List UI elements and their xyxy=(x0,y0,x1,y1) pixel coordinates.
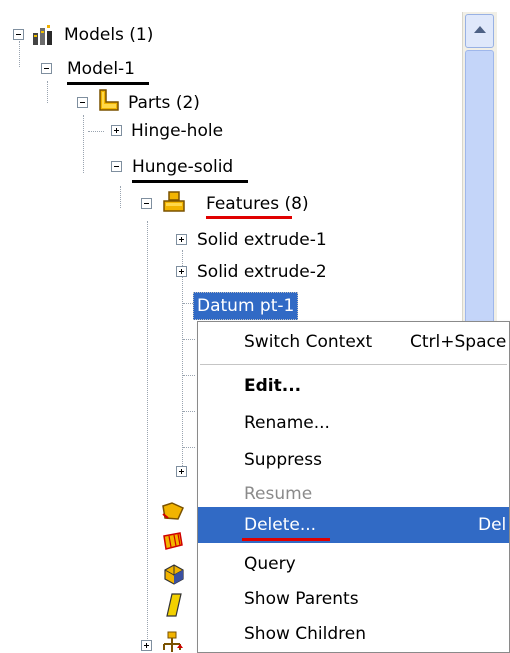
collapse-model-toggle[interactable] xyxy=(41,63,52,74)
assembly-icon xyxy=(162,502,184,520)
annotation-underline xyxy=(67,82,149,85)
profile-icon xyxy=(166,593,182,617)
tree-connector xyxy=(83,115,84,173)
features-count: (8) xyxy=(284,194,309,214)
annotation-underline xyxy=(132,180,248,183)
expand-hinge-hole-toggle[interactable] xyxy=(111,125,122,136)
tree-connector xyxy=(147,221,148,651)
expand-solid-extrude-2-toggle[interactable] xyxy=(176,266,187,277)
tree-item-parts[interactable]: Parts (2) xyxy=(128,90,200,116)
switch-context-shortcut: Ctrl+Space xyxy=(410,332,507,352)
collapse-parts-toggle[interactable] xyxy=(77,97,88,108)
tree-connector xyxy=(182,250,183,468)
show-children-label: Show Children xyxy=(244,624,367,644)
tree-item-solid-extrude-2[interactable]: Solid extrude-2 xyxy=(197,259,327,285)
menu-item-edit[interactable]: Edit... xyxy=(198,368,509,404)
features-icon xyxy=(163,191,185,212)
hinge-hole-label: Hinge-hole xyxy=(131,121,224,141)
menu-item-rename[interactable]: Rename... xyxy=(198,405,509,441)
menu-item-show-parents[interactable]: Show Parents xyxy=(198,581,509,617)
tree-item-solid-extrude-1[interactable]: Solid extrude-1 xyxy=(197,227,327,253)
parts-label: Parts (2) xyxy=(128,93,200,113)
mesh-icon xyxy=(163,532,183,550)
menu-item-suppress[interactable]: Suppress xyxy=(198,442,509,478)
show-parents-label: Show Parents xyxy=(244,589,359,609)
rename-label: Rename... xyxy=(244,413,330,433)
menu-item-query[interactable]: Query xyxy=(198,546,509,582)
menu-item-switch-context[interactable]: Switch Context Ctrl+Space xyxy=(198,324,509,360)
tree-item-hunge-solid[interactable]: Hunge-solid xyxy=(132,154,233,180)
assembly-tree-icon xyxy=(163,631,183,652)
section-icon xyxy=(164,564,184,585)
tree-connector xyxy=(120,186,121,208)
tree-item-hinge-hole[interactable]: Hinge-hole xyxy=(131,118,223,144)
features-label: Features xyxy=(206,194,280,214)
query-label: Query xyxy=(244,554,296,574)
model-1-label: Model-1 xyxy=(67,59,135,79)
datum-pt-1-label: Datum pt-1 xyxy=(197,296,295,316)
solid-extrude-1-label: Solid extrude-1 xyxy=(197,230,327,250)
collapse-features-toggle[interactable] xyxy=(141,198,152,209)
tree-connector xyxy=(47,81,48,103)
tree-item-features[interactable]: Features (8) xyxy=(206,191,309,217)
tree-connector xyxy=(183,375,195,376)
models-label: Models (1) xyxy=(64,25,154,45)
collapse-hunge-solid-toggle[interactable] xyxy=(111,161,122,172)
solid-extrude-2-label: Solid extrude-2 xyxy=(197,262,327,282)
collapse-models-toggle[interactable] xyxy=(13,29,24,40)
annotation-underline-red xyxy=(242,538,330,541)
delete-shortcut: Del xyxy=(478,515,507,535)
tree-connector xyxy=(88,131,104,132)
hunge-solid-label: Hunge-solid xyxy=(132,157,234,177)
expand-solid-extrude-1-toggle[interactable] xyxy=(176,234,187,245)
annotation-underline-red xyxy=(206,216,292,219)
suppress-label: Suppress xyxy=(244,450,322,470)
models-icon xyxy=(33,25,52,45)
tree-connector xyxy=(183,339,195,340)
scroll-up-button[interactable] xyxy=(465,14,494,48)
tree-item-datum-pt-1[interactable]: Datum pt-1 xyxy=(193,292,299,320)
tree-connector xyxy=(183,411,195,412)
menu-separator xyxy=(200,364,507,365)
parts-icon xyxy=(99,89,119,111)
tree-item-model-1[interactable]: Model-1 xyxy=(67,56,135,82)
menu-item-show-children[interactable]: Show Children xyxy=(198,616,509,652)
expand-feature-toggle[interactable] xyxy=(176,466,187,477)
switch-context-label: Switch Context xyxy=(244,332,373,352)
tree-connector xyxy=(183,447,195,448)
tree-item-models[interactable]: Models (1) xyxy=(64,22,153,48)
context-menu: Switch Context Ctrl+Space Edit... Rename… xyxy=(197,321,510,653)
expand-more-toggle[interactable] xyxy=(141,640,152,651)
edit-label: Edit... xyxy=(244,376,302,396)
tree-connector xyxy=(19,41,20,67)
